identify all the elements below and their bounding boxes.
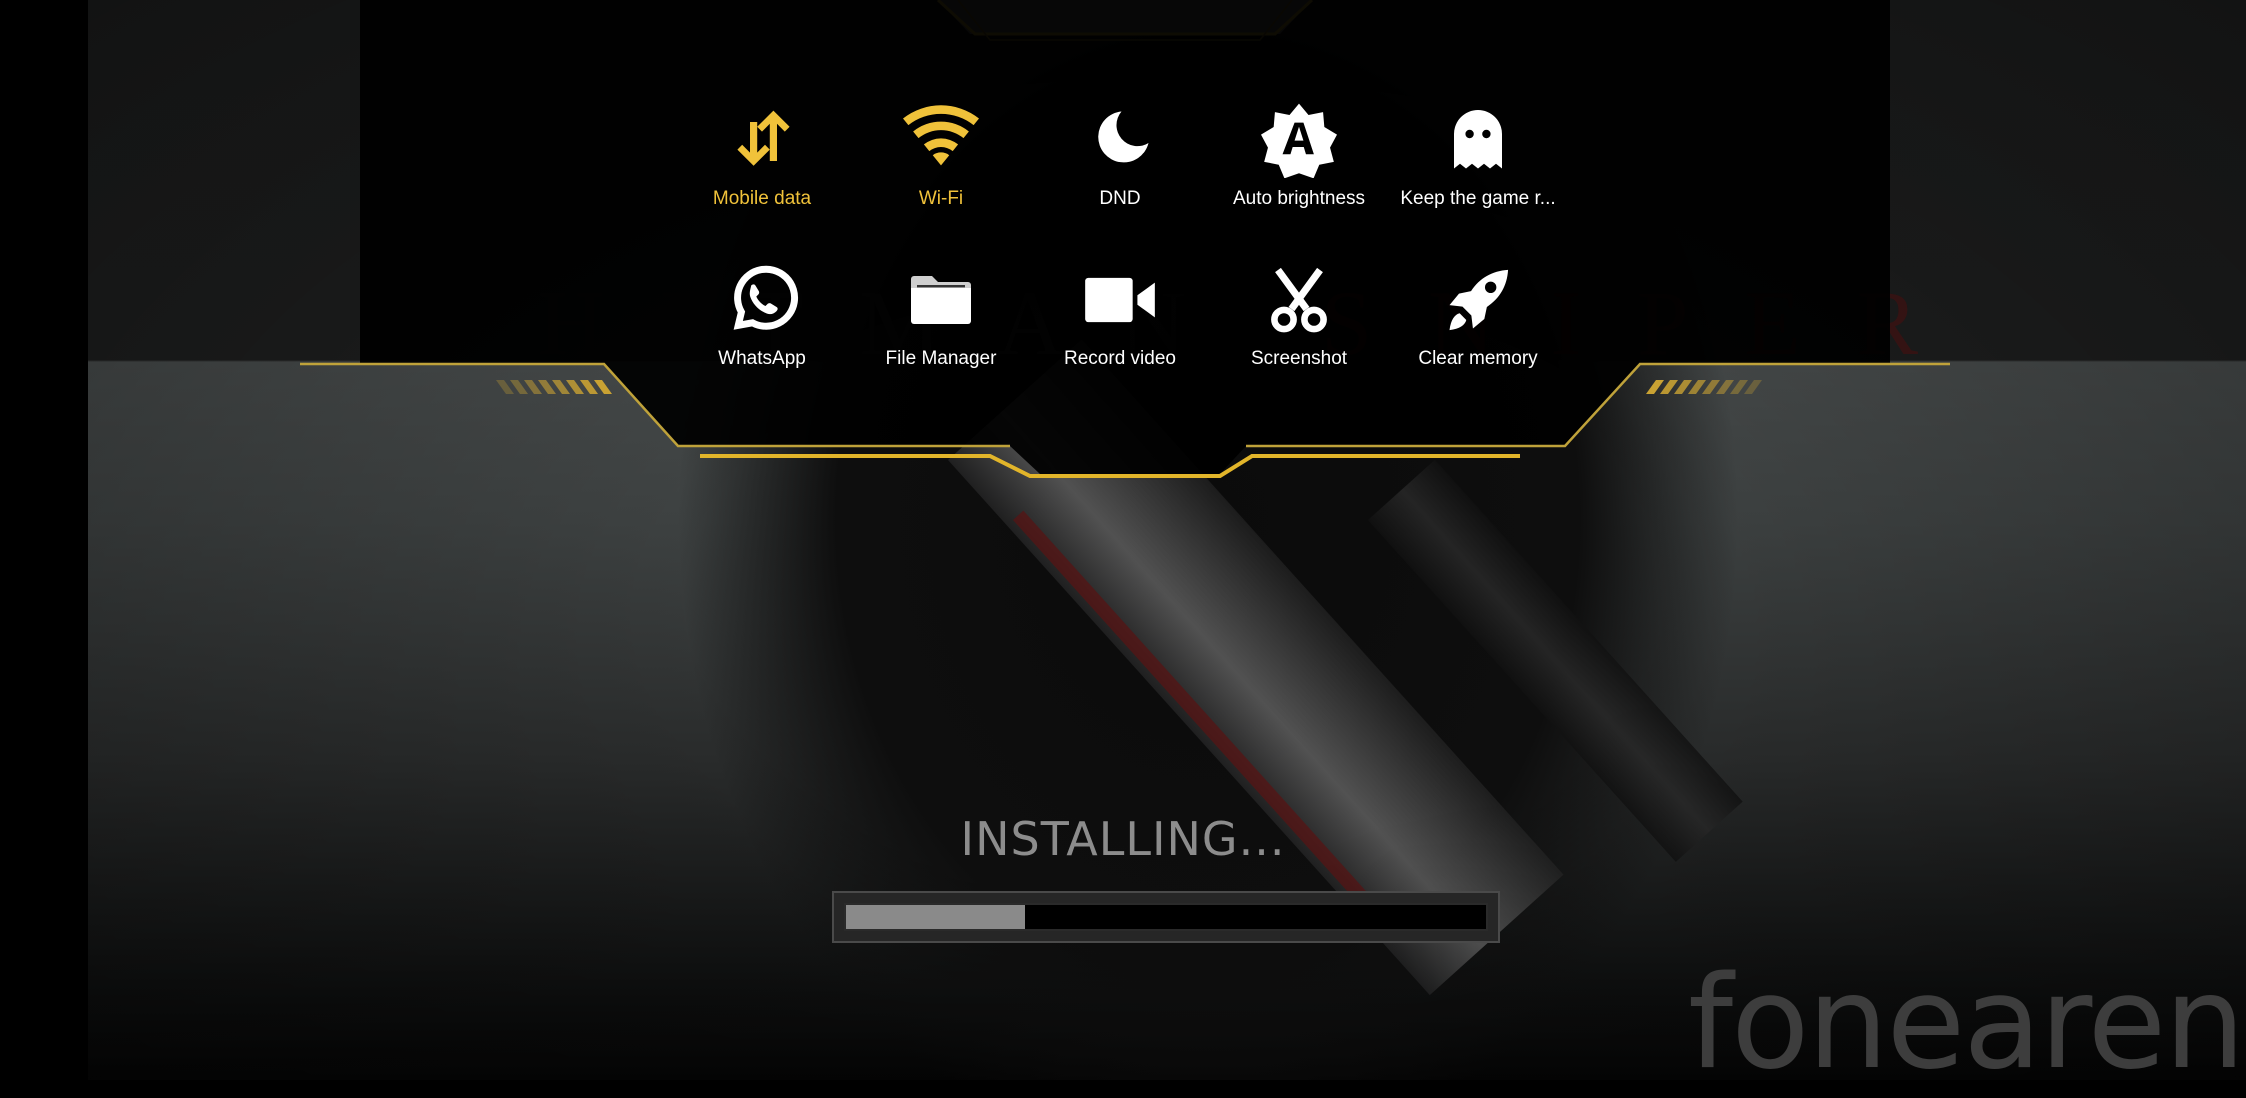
wifi-icon: [903, 102, 979, 178]
quick-tile-label: Keep the game r...: [1400, 188, 1556, 209]
quick-tile-mobile-data[interactable]: Mobile data: [677, 102, 847, 232]
moon-icon: [1082, 102, 1158, 178]
site-watermark: fonearena: [1688, 949, 2246, 1098]
quick-tile-record-video[interactable]: Record video: [1035, 262, 1205, 392]
quick-tile-whatsapp[interactable]: WhatsApp: [677, 262, 847, 392]
rocket-icon: [1440, 262, 1516, 338]
quick-tile-dnd[interactable]: DND: [1035, 102, 1205, 232]
whatsapp-icon: [724, 262, 800, 338]
quick-tile-clear-memory[interactable]: Clear memory: [1393, 262, 1563, 392]
progress-track: [846, 905, 1486, 929]
installing-status: INSTALLING...: [960, 812, 1286, 866]
progress-fill: [846, 905, 1026, 929]
mobile-data-icon: [724, 102, 800, 178]
scissors-icon: [1261, 262, 1337, 338]
hazard-stripes-right: [1646, 380, 1762, 394]
quick-tile-label: Clear memory: [1418, 348, 1538, 369]
quick-tile-wi-fi[interactable]: Wi-Fi: [856, 102, 1026, 232]
quick-tile-keep-the-game-r[interactable]: Keep the game r...: [1393, 102, 1563, 232]
hazard-stripes-left: [496, 380, 612, 394]
quick-tile-file-manager[interactable]: File Manager: [856, 262, 1026, 392]
quick-tile-auto-brightness[interactable]: Auto brightness: [1214, 102, 1384, 232]
auto-brightness-icon: [1261, 102, 1337, 178]
ghost-icon: [1440, 102, 1516, 178]
folder-icon: [903, 262, 979, 338]
video-camera-icon: [1082, 262, 1158, 338]
install-progress-bar: [832, 891, 1500, 943]
quick-panel-frame: [300, 0, 1950, 478]
quick-tile-screenshot[interactable]: Screenshot: [1214, 262, 1384, 392]
